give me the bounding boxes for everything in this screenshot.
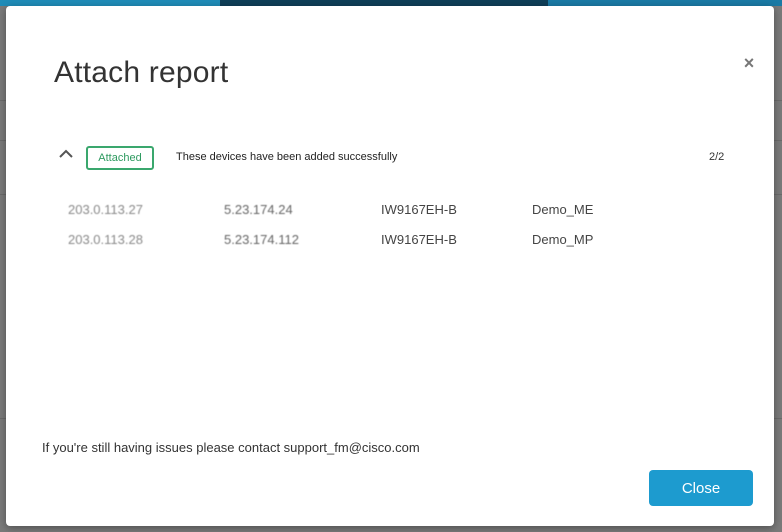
device-address: 5.23.174.24 xyxy=(224,202,293,217)
device-model: IW9167EH-B xyxy=(381,232,457,247)
support-note: If you're still having issues please con… xyxy=(42,440,420,455)
dialog-title: Attach report xyxy=(54,56,229,89)
device-model: IW9167EH-B xyxy=(381,202,457,217)
device-address: 5.23.174.112 xyxy=(224,232,299,247)
device-name: Demo_MP xyxy=(532,232,594,247)
chevron-up-icon[interactable] xyxy=(58,146,74,162)
table-row: 203.0.113.27 5.23.174.24 IW9167EH-B Demo… xyxy=(68,202,688,232)
device-count: 2/2 xyxy=(709,151,725,163)
result-header: Attached These devices have been added s… xyxy=(54,146,734,172)
device-list: 203.0.113.27 5.23.174.24 IW9167EH-B Demo… xyxy=(68,202,688,262)
device-name: Demo_ME xyxy=(532,202,594,217)
device-ip: 203.0.113.27 xyxy=(68,202,143,217)
status-message: These devices have been added successful… xyxy=(176,151,398,163)
table-row: 203.0.113.28 5.23.174.112 IW9167EH-B Dem… xyxy=(68,232,688,262)
device-ip: 203.0.113.28 xyxy=(68,232,143,247)
close-button[interactable]: Close xyxy=(649,470,753,506)
close-icon[interactable]: × xyxy=(740,54,758,72)
attach-report-dialog: Attach report × Attached These devices h… xyxy=(6,6,774,526)
status-badge: Attached xyxy=(86,146,154,170)
